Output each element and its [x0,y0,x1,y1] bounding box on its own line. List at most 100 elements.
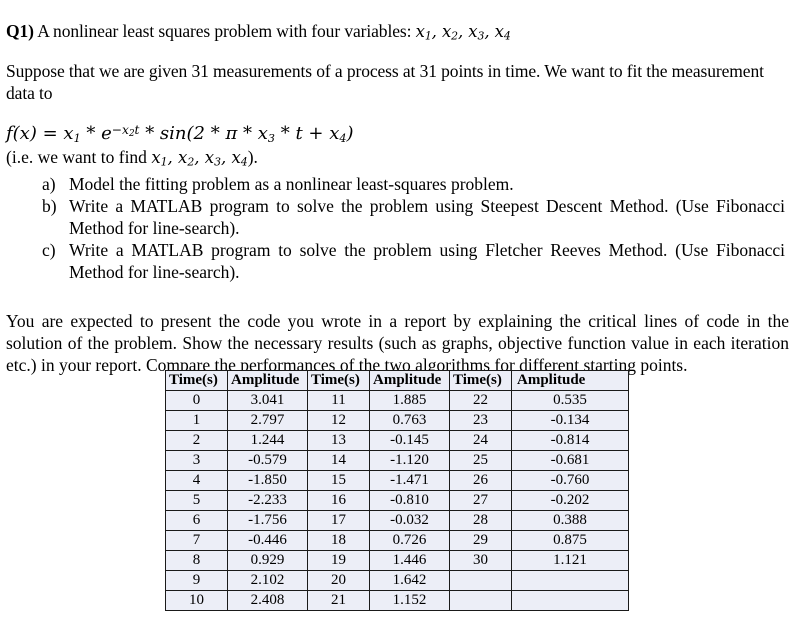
table-row: 0 3.041 11 1.885 22 0.535 [165,390,629,411]
cell-amplitude: -0.134 [511,410,629,431]
question-title-text: A nonlinear least squares problem with f… [33,20,416,41]
cell-time: 0 [165,390,228,411]
cell-time: 12 [307,410,370,431]
list-item-marker: c) [42,240,56,261]
cell-amplitude-empty [511,570,629,591]
table-row: 6 -1.756 17 -0.032 28 0.388 [165,510,629,531]
formula-expression: f(x) = x1 * e−x2t * sin(2 * π * x3 * t +… [6,122,354,145]
table-row: 10 2.408 21 1.152 [165,590,629,611]
column-header-time-1: Time(s) [165,370,228,391]
cell-amplitude: -0.202 [511,490,629,511]
table-body: 0 3.041 11 1.885 22 0.535 1 2.797 12 0.7… [165,390,629,611]
cell-amplitude: -0.681 [511,450,629,471]
cell-amplitude: 0.388 [511,510,629,531]
cell-time: 27 [449,490,512,511]
column-header-time-2: Time(s) [307,370,370,391]
cell-time-empty [449,570,512,591]
question-label: Q1) [6,20,34,41]
cell-amplitude: 2.797 [227,410,308,431]
problem-statement-paragraph: Suppose that we are given 31 measurement… [6,61,764,104]
question-heading: Q1) A nonlinear least squares problem wi… [6,20,791,43]
question-title-variables: x1, x2, x3, x4 [415,21,511,43]
column-header-amplitude-3: Amplitude [511,370,629,391]
cell-amplitude: 0.726 [369,530,450,551]
table-row: 4 -1.850 15 -1.471 26 -0.760 [165,470,629,491]
cell-time: 26 [449,470,512,491]
column-header-amplitude-2: Amplitude [369,370,450,391]
cell-amplitude: -0.810 [369,490,450,511]
table-row: 8 0.929 19 1.446 30 1.121 [165,550,629,571]
cell-time: 4 [165,470,228,491]
cell-time: 28 [449,510,512,531]
cell-amplitude: -1.471 [369,470,450,491]
cell-time: 29 [449,530,512,551]
cell-amplitude: -0.032 [369,510,450,531]
expectation-paragraph: You are expected to present the code you… [6,310,789,376]
cell-amplitude: 0.535 [511,390,629,411]
table-row: 7 -0.446 18 0.726 29 0.875 [165,530,629,551]
cell-time: 11 [307,390,370,411]
cell-time: 10 [165,590,228,611]
cell-time: 13 [307,430,370,451]
table-row: 5 -2.233 16 -0.810 27 -0.202 [165,490,629,511]
cell-amplitude: 1.244 [227,430,308,451]
measurement-data-table: Time(s) Amplitude Time(s) Amplitude Time… [165,370,629,611]
list-item: a) Model the fitting problem as a nonlin… [6,173,791,195]
cell-time: 7 [165,530,228,551]
cell-time-empty [449,590,512,611]
cell-amplitude: 1.642 [369,570,450,591]
cell-amplitude: -0.814 [511,430,629,451]
cell-amplitude: 3.041 [227,390,308,411]
measurement-data-table-container: Time(s) Amplitude Time(s) Amplitude Time… [165,370,629,611]
list-item-text: Write a MATLAB program to solve the prob… [69,195,785,238]
cell-time: 2 [165,430,228,451]
cell-time: 16 [307,490,370,511]
table-row: 9 2.102 20 1.642 [165,570,629,591]
table-row: 3 -0.579 14 -1.120 25 -0.681 [165,450,629,471]
table-row: 2 1.244 13 -0.145 24 -0.814 [165,430,629,451]
cell-amplitude: 0.875 [511,530,629,551]
cell-time: 23 [449,410,512,431]
cell-time: 5 [165,490,228,511]
list-item: c) Write a MATLAB program to solve the p… [6,239,791,283]
cell-time: 8 [165,550,228,571]
cell-amplitude: -0.145 [369,430,450,451]
cell-amplitude: -0.579 [227,450,308,471]
cell-time: 17 [307,510,370,531]
cell-amplitude: 1.121 [511,550,629,571]
cell-amplitude: 1.152 [369,590,450,611]
cell-time: 3 [165,450,228,471]
list-item-marker: a) [42,173,56,194]
cell-amplitude-empty [511,590,629,611]
objective-formula: f(x) = x1 * e−x2t * sin(2 * π * x3 * t +… [6,122,791,146]
cell-amplitude: 1.885 [369,390,450,411]
cell-amplitude: 2.102 [227,570,308,591]
column-header-amplitude-1: Amplitude [227,370,308,391]
list-item-text: Model the fitting problem as a nonlinear… [69,173,514,194]
cell-amplitude: -1.756 [227,510,308,531]
cell-time: 30 [449,550,512,571]
cell-amplitude: -0.760 [511,470,629,491]
cell-amplitude: 2.408 [227,590,308,611]
cell-time: 6 [165,510,228,531]
cell-time: 20 [307,570,370,591]
list-item: b) Write a MATLAB program to solve the p… [6,195,791,239]
table-header: Time(s) Amplitude Time(s) Amplitude Time… [165,370,629,391]
cell-time: 22 [449,390,512,411]
cell-time: 18 [307,530,370,551]
cell-time: 19 [307,550,370,571]
cell-amplitude: 0.929 [227,550,308,571]
list-item-marker: b) [42,195,57,216]
column-header-time-3: Time(s) [449,370,512,391]
document-page: Q1) A nonlinear least squares problem wi… [0,0,799,628]
formula-note: (i.e. we want to find x1, x2, x3, x4). [6,147,258,169]
cell-time: 21 [307,590,370,611]
cell-amplitude: 0.763 [369,410,450,431]
table-header-row: Time(s) Amplitude Time(s) Amplitude Time… [165,370,629,391]
formula-note-variables: x1, x2, x3, x4 [151,148,248,169]
cell-time: 24 [449,430,512,451]
cell-amplitude: -2.233 [227,490,308,511]
cell-amplitude: -1.120 [369,450,450,471]
cell-time: 9 [165,570,228,591]
cell-amplitude: 1.446 [369,550,450,571]
